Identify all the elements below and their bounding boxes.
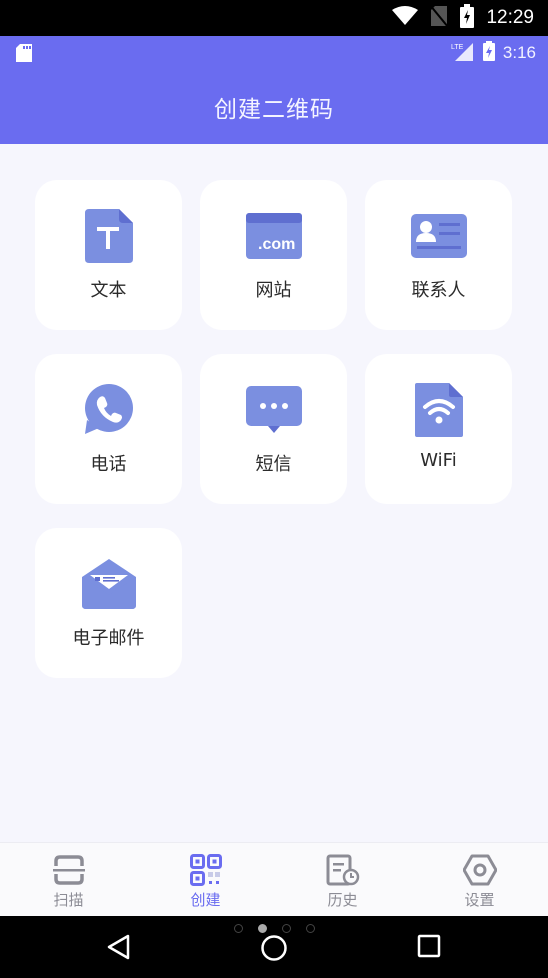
system-clock: 12:29 xyxy=(486,7,534,28)
create-content: 文本 .com 网站 联系人 电话 短信 WiFi 电子邮件 xyxy=(0,144,548,842)
settings-icon xyxy=(462,853,498,887)
tab-label: 设置 xyxy=(464,891,495,909)
card-label: 电话 xyxy=(90,454,127,475)
card-label: 文本 xyxy=(90,280,127,301)
tab-label: 扫描 xyxy=(53,891,84,909)
bottom-tab-bar: 扫描 创建 历史 设置 xyxy=(0,842,548,916)
phone-icon xyxy=(79,382,139,438)
card-label: 联系人 xyxy=(411,280,466,301)
back-icon[interactable] xyxy=(106,934,132,964)
page-dot xyxy=(281,924,291,933)
create-sms-card[interactable]: 短信 xyxy=(200,354,347,504)
card-label: 电子邮件 xyxy=(72,628,145,649)
app-clock: 3:16 xyxy=(502,43,536,62)
svg-text:.com: .com xyxy=(258,236,295,253)
website-com-icon: .com xyxy=(244,208,304,264)
qr-code-icon xyxy=(188,853,224,887)
card-label: 网站 xyxy=(255,280,292,301)
battery-charging-icon xyxy=(482,41,495,65)
create-contact-card[interactable]: 联系人 xyxy=(365,180,512,330)
contact-card-icon xyxy=(409,208,469,264)
tab-label: 历史 xyxy=(327,891,358,909)
wifi-icon xyxy=(392,6,419,30)
home-icon[interactable] xyxy=(260,934,288,966)
email-envelope-icon xyxy=(79,556,139,612)
svg-text:LTE: LTE xyxy=(451,44,464,51)
sms-bubble-icon xyxy=(244,382,304,438)
sd-card-icon xyxy=(16,44,32,66)
header: 创建二维码 xyxy=(0,70,548,144)
app-status-bar: LTE 3:16 xyxy=(0,36,548,70)
tab-label: 创建 xyxy=(190,891,221,909)
page-dot-active xyxy=(257,924,267,933)
recents-icon[interactable] xyxy=(417,934,441,962)
page-dot xyxy=(233,924,243,933)
card-label: WiFi xyxy=(420,450,457,471)
create-text-card[interactable]: 文本 xyxy=(35,180,182,330)
system-nav-bar xyxy=(0,916,548,978)
page-dot xyxy=(305,924,315,933)
page-title: 创建二维码 xyxy=(214,97,334,123)
page-indicator xyxy=(0,924,548,933)
create-email-card[interactable]: 电子邮件 xyxy=(35,528,182,678)
tab-create[interactable]: 创建 xyxy=(137,843,274,916)
history-icon xyxy=(325,853,361,887)
create-phone-card[interactable]: 电话 xyxy=(35,354,182,504)
no-sim-icon xyxy=(429,4,450,31)
wifi-document-icon xyxy=(409,382,469,438)
create-type-grid: 文本 .com 网站 联系人 电话 短信 WiFi 电子邮件 xyxy=(35,180,512,678)
scan-icon xyxy=(51,853,87,887)
create-website-card[interactable]: .com 网站 xyxy=(200,180,347,330)
battery-charging-icon xyxy=(460,4,475,32)
tab-scan[interactable]: 扫描 xyxy=(0,843,137,916)
text-document-icon xyxy=(79,208,139,264)
tab-settings[interactable]: 设置 xyxy=(411,843,548,916)
tab-history[interactable]: 历史 xyxy=(274,843,411,916)
card-label: 短信 xyxy=(255,454,292,475)
create-wifi-card[interactable]: WiFi xyxy=(365,354,512,504)
lte-signal-icon: LTE xyxy=(451,41,475,65)
system-status-bar: 12:29 xyxy=(0,0,548,36)
